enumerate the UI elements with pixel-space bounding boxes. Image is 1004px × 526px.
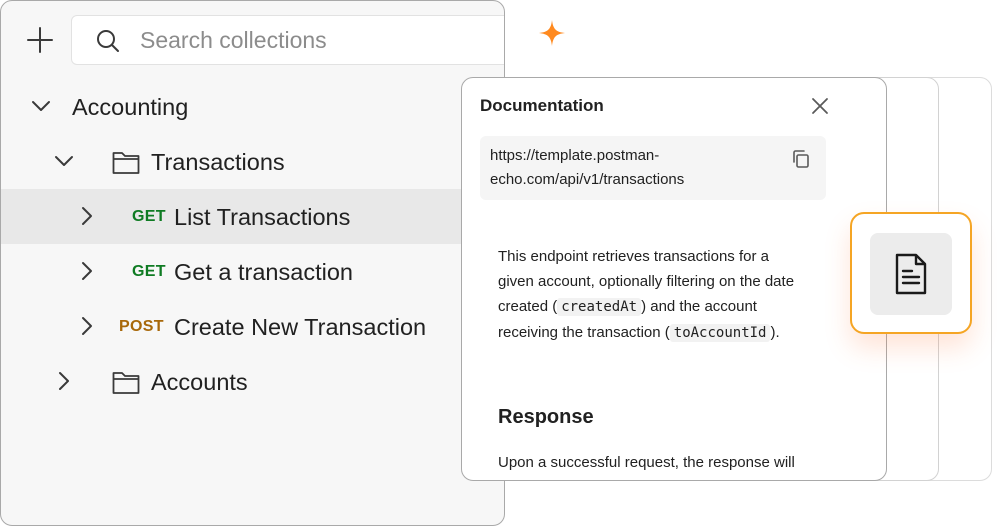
copy-icon bbox=[793, 150, 809, 168]
sparkle-icon bbox=[539, 20, 565, 46]
collection-label: Accounting bbox=[72, 94, 189, 120]
add-collection-button[interactable] bbox=[25, 25, 55, 55]
method-badge: POST bbox=[119, 318, 164, 335]
folder-item-transactions[interactable]: Transactions bbox=[1, 134, 504, 189]
inline-code: createdAt bbox=[557, 298, 642, 316]
request-item-list-transactions[interactable]: GET List Transactions bbox=[1, 189, 504, 244]
plus-icon bbox=[27, 27, 53, 53]
chevron-down-icon[interactable] bbox=[31, 96, 51, 116]
chevron-right-icon[interactable] bbox=[77, 261, 97, 281]
folder-item-accounts[interactable]: Accounts bbox=[1, 354, 504, 409]
documentation-title: Documentation bbox=[480, 96, 604, 115]
request-item-get-a-transaction[interactable]: GET Get a transaction bbox=[1, 244, 504, 299]
chevron-right-icon[interactable] bbox=[77, 206, 97, 226]
folder-label: Transactions bbox=[151, 149, 285, 175]
request-url-box: https://template.postman-echo.com/api/v1… bbox=[480, 136, 826, 200]
search-icon bbox=[97, 30, 119, 52]
chevron-right-icon[interactable] bbox=[77, 316, 97, 336]
documentation-tile[interactable] bbox=[850, 212, 972, 334]
sidebar-toolbar bbox=[1, 1, 504, 81]
copy-url-button[interactable] bbox=[790, 148, 812, 170]
method-badge: GET bbox=[132, 208, 166, 225]
request-item-create-new-transaction[interactable]: POST Create New Transaction bbox=[1, 299, 504, 354]
chevron-right-icon[interactable] bbox=[54, 371, 74, 391]
chevron-down-icon[interactable] bbox=[54, 151, 74, 171]
search-input[interactable] bbox=[140, 24, 500, 56]
response-description: Upon a successful request, the response … bbox=[498, 454, 795, 480]
folder-icon bbox=[112, 372, 140, 394]
folder-icon bbox=[112, 152, 140, 174]
documentation-description: This endpoint retrieves transactions for… bbox=[498, 244, 798, 346]
search-box[interactable] bbox=[71, 15, 504, 65]
collection-item-accounting[interactable]: Accounting bbox=[1, 79, 504, 134]
response-heading: Response bbox=[498, 406, 594, 428]
inline-code: toAccountId bbox=[669, 324, 771, 342]
description-text: ). bbox=[770, 324, 780, 341]
folder-label: Accounts bbox=[151, 369, 248, 395]
method-badge: GET bbox=[132, 263, 166, 280]
request-label: Create New Transaction bbox=[174, 314, 427, 340]
close-icon bbox=[812, 98, 828, 114]
request-url: https://template.postman-echo.com/api/v1… bbox=[490, 147, 685, 188]
documentation-panel: Documentation https://template.postman-e… bbox=[461, 77, 887, 481]
close-button[interactable] bbox=[811, 97, 829, 115]
document-icon bbox=[895, 253, 927, 295]
document-tile-background bbox=[870, 233, 952, 315]
collections-sidebar: Accounting Transactions GET List Transac… bbox=[0, 0, 505, 526]
request-label: List Transactions bbox=[174, 204, 351, 230]
request-label: Get a transaction bbox=[174, 259, 353, 285]
